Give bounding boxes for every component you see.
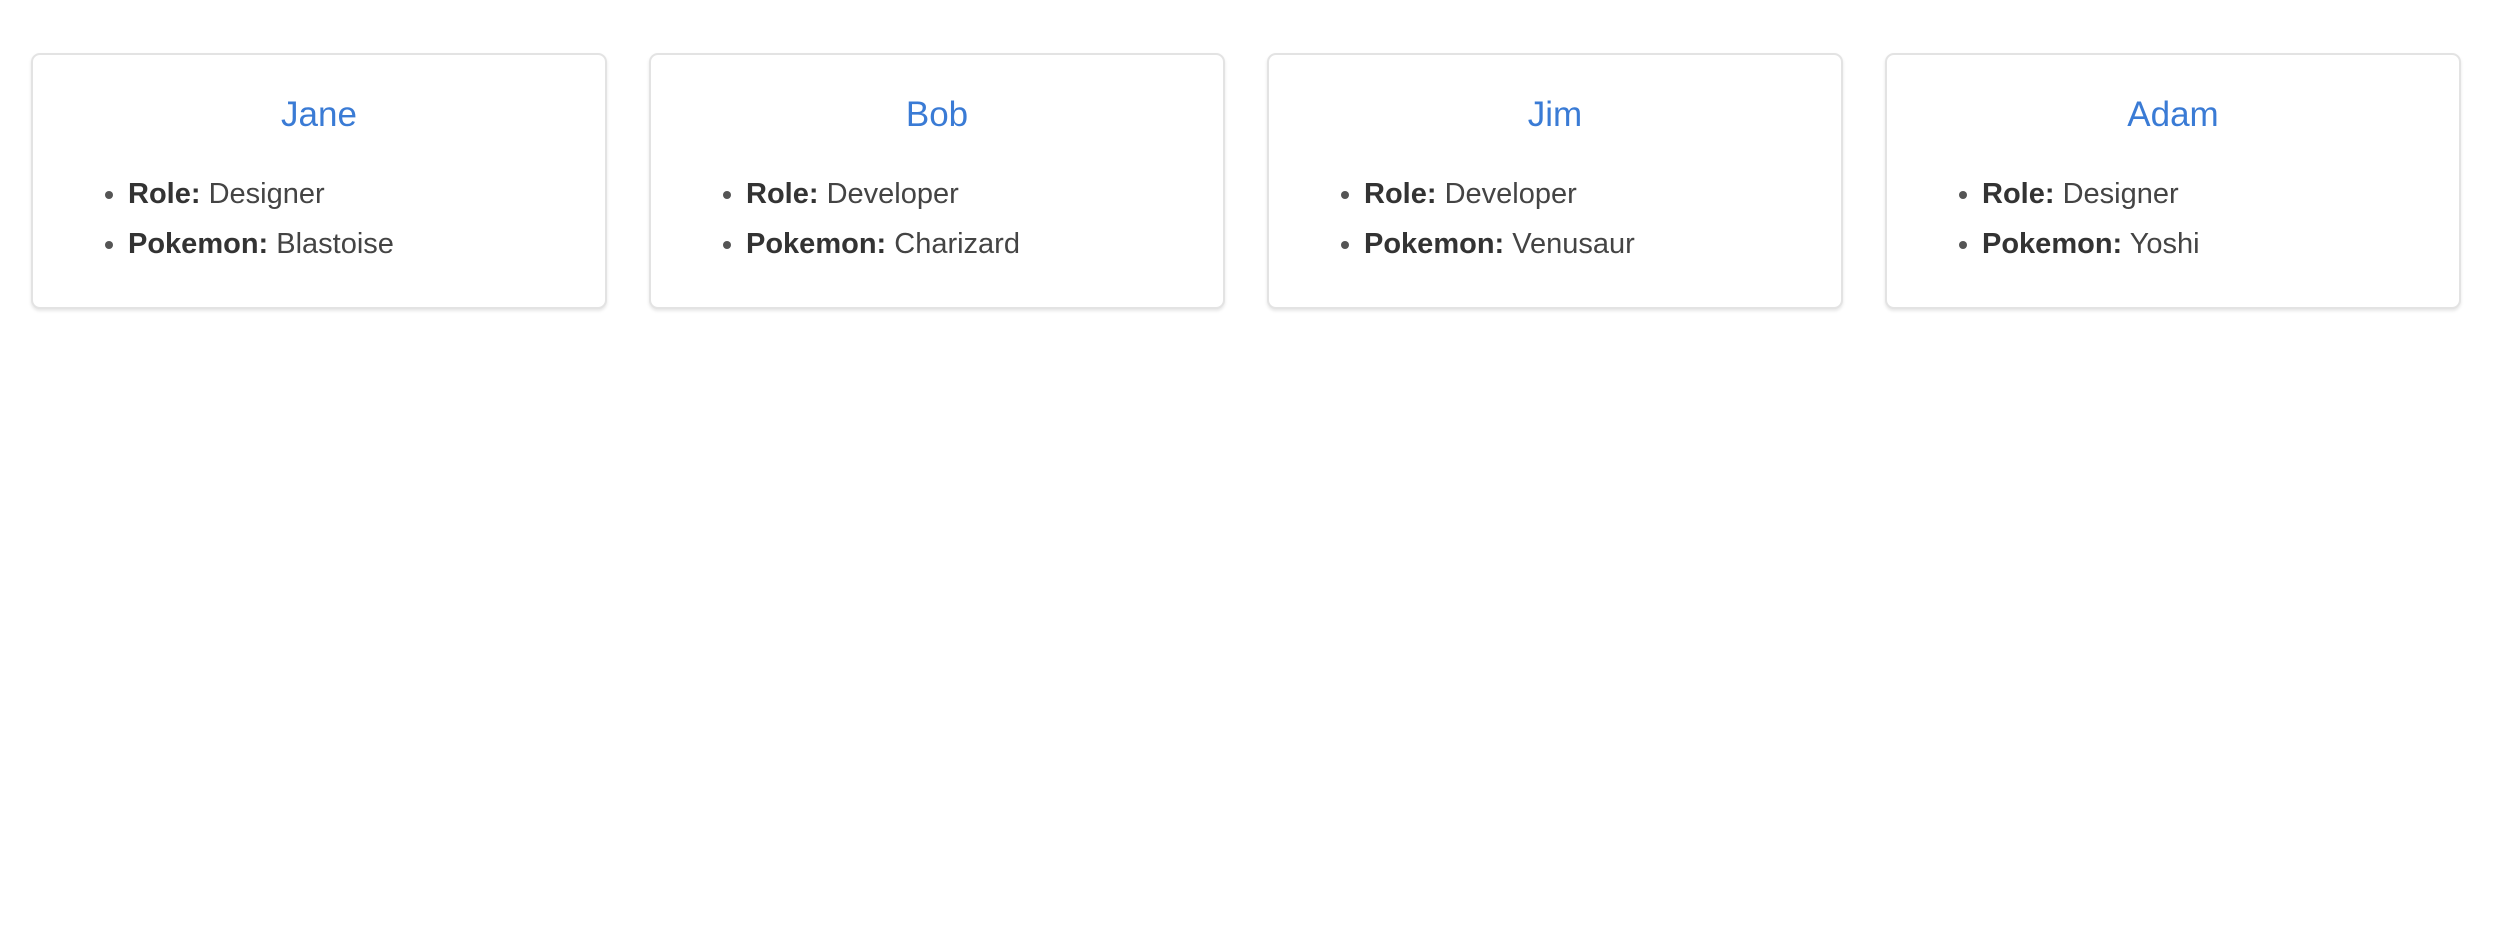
person-details: Role: Developer Pokemon: Venusaur	[1269, 169, 1841, 269]
pokemon-value: Blastoise	[276, 228, 394, 260]
person-card: Bob Role: Developer Pokemon: Charizard	[649, 53, 1225, 309]
role-value: Developer	[1444, 178, 1577, 210]
pokemon-label: Pokemon:	[128, 228, 269, 260]
person-details: Role: Designer Pokemon: Blastoise	[33, 169, 605, 269]
pokemon-item: Pokemon: Venusaur	[1364, 219, 1841, 269]
pokemon-label: Pokemon:	[1982, 228, 2123, 260]
pokemon-item: Pokemon: Charizard	[746, 219, 1223, 269]
pokemon-value: Charizard	[894, 228, 1020, 260]
role-label: Role:	[128, 178, 201, 210]
pokemon-label: Pokemon:	[746, 228, 887, 260]
role-label: Role:	[1364, 178, 1437, 210]
role-label: Role:	[746, 178, 819, 210]
person-card: Jane Role: Designer Pokemon: Blastoise	[31, 53, 607, 309]
person-name[interactable]: Bob	[651, 95, 1223, 135]
person-details: Role: Designer Pokemon: Yoshi	[1887, 169, 2459, 269]
pokemon-label: Pokemon:	[1364, 228, 1505, 260]
person-name[interactable]: Adam	[1887, 95, 2459, 135]
people-card-list: Jane Role: Designer Pokemon: Blastoise B…	[31, 53, 2461, 309]
role-value: Developer	[826, 178, 959, 210]
role-item: Role: Designer	[128, 169, 605, 219]
person-name[interactable]: Jim	[1269, 95, 1841, 135]
role-item: Role: Designer	[1982, 169, 2459, 219]
role-value: Designer	[2062, 178, 2179, 210]
role-item: Role: Developer	[746, 169, 1223, 219]
pokemon-item: Pokemon: Yoshi	[1982, 219, 2459, 269]
person-card: Adam Role: Designer Pokemon: Yoshi	[1885, 53, 2461, 309]
role-value: Designer	[208, 178, 325, 210]
role-label: Role:	[1982, 178, 2055, 210]
person-details: Role: Developer Pokemon: Charizard	[651, 169, 1223, 269]
pokemon-value: Venusaur	[1512, 228, 1635, 260]
pokemon-item: Pokemon: Blastoise	[128, 219, 605, 269]
person-card: Jim Role: Developer Pokemon: Venusaur	[1267, 53, 1843, 309]
pokemon-value: Yoshi	[2129, 228, 2200, 260]
person-name[interactable]: Jane	[33, 95, 605, 135]
role-item: Role: Developer	[1364, 169, 1841, 219]
